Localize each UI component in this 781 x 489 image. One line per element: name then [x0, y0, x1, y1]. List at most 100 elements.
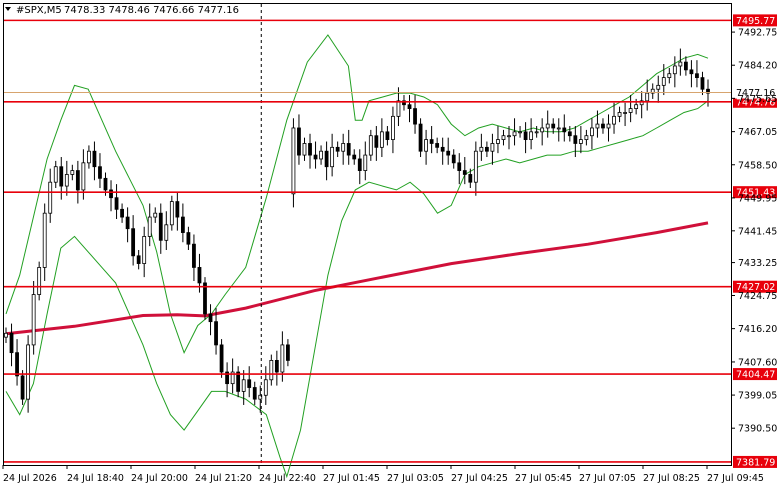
candle-body [59, 166, 64, 187]
candle [683, 56, 688, 76]
candle [48, 168, 53, 223]
candle-body [484, 146, 489, 152]
candle-body [64, 174, 69, 187]
candle [590, 118, 594, 150]
candle-body [214, 321, 218, 346]
candle-body [335, 146, 340, 152]
candle-body [203, 282, 207, 315]
candle-body [490, 143, 495, 152]
candle-body [413, 108, 417, 125]
candle-body [440, 146, 445, 152]
candle-body [623, 112, 627, 114]
candle-body [617, 112, 622, 117]
candle-body [695, 73, 699, 79]
candle [9, 323, 14, 367]
candle [98, 153, 102, 189]
candle-body [473, 150, 478, 183]
candle [606, 114, 611, 142]
candle [628, 95, 633, 123]
candle-body [42, 212, 47, 268]
candle [330, 133, 335, 177]
candle [313, 141, 318, 169]
candle-body [534, 131, 539, 134]
candle [180, 203, 185, 243]
dropdown-triangle-icon[interactable] [5, 7, 11, 11]
candle [120, 203, 124, 223]
candle [64, 160, 69, 196]
candle [164, 211, 169, 250]
candle [363, 141, 368, 181]
candle [678, 48, 683, 76]
y-tick-label: 7390.50 [738, 424, 777, 435]
candle [203, 277, 207, 320]
candle-body [9, 332, 14, 354]
candle-body [689, 69, 694, 75]
candle-body [236, 371, 241, 392]
candle [324, 141, 329, 181]
candle [451, 149, 456, 169]
candle-body [556, 127, 561, 130]
candle-body [286, 344, 290, 361]
candle [53, 160, 58, 189]
candle [667, 67, 672, 84]
ohlc-label: 7478.33 7478.46 7476.66 7477.16 [64, 5, 239, 16]
candle-body [540, 127, 545, 133]
candle-body [53, 166, 58, 183]
candle [70, 164, 75, 181]
candle-body [612, 115, 616, 125]
candle-body [313, 154, 318, 160]
candle [407, 95, 412, 123]
candle-body [125, 216, 130, 230]
candle [158, 203, 163, 254]
candle [656, 75, 661, 103]
candle-body [75, 170, 80, 191]
candle-body [645, 92, 650, 102]
candle-body [48, 181, 53, 214]
candle [523, 122, 528, 154]
y-tick-label: 7475.65 [738, 94, 777, 105]
candle [59, 157, 64, 200]
candle-body [192, 243, 196, 268]
candle-body [357, 158, 362, 171]
candle-body [180, 216, 185, 233]
candle [540, 118, 545, 146]
candle-body [601, 123, 605, 129]
candle [352, 149, 357, 165]
candle-body [164, 224, 169, 241]
candle [706, 79, 710, 107]
y-tick-label: 7441.45 [738, 226, 777, 237]
candle [650, 83, 655, 99]
candle [695, 60, 699, 88]
candle-body [479, 146, 484, 152]
candle [175, 191, 180, 231]
candle-body [31, 294, 36, 346]
candle-body [81, 162, 86, 191]
candle [446, 137, 451, 165]
candle [462, 157, 467, 185]
candle [4, 327, 8, 343]
candle [379, 118, 384, 158]
candle [252, 381, 257, 405]
candle-body [352, 154, 357, 160]
candle [142, 226, 147, 278]
candle-body [346, 143, 351, 156]
candle [219, 339, 224, 378]
candle-body [175, 201, 180, 218]
candle [37, 261, 42, 301]
price-chart[interactable]: 7495.777474.767451.437427.027404.477381.… [0, 0, 781, 489]
candle-body [429, 139, 434, 144]
candle-body [462, 170, 467, 175]
candle [578, 126, 583, 154]
candle-body [324, 150, 329, 168]
candle [274, 350, 279, 386]
candle-body [153, 212, 158, 218]
x-tick-label: 24 Jul 22:40 [259, 473, 316, 484]
candle-body [252, 387, 257, 400]
candle [645, 79, 650, 111]
header: #SPX,M5 7478.33 7478.46 7476.66 7477.16 [5, 5, 239, 16]
candle-body [131, 228, 136, 257]
candle [147, 203, 152, 247]
candle-body [672, 65, 677, 75]
candle-body [274, 360, 279, 373]
candle-body [241, 379, 246, 392]
